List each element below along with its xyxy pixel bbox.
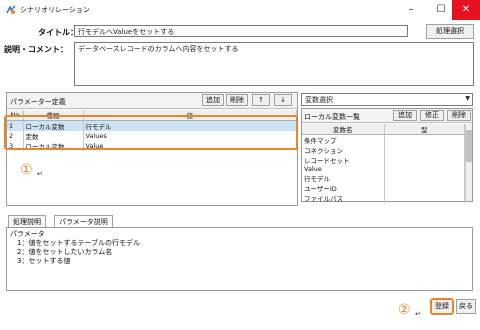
window-title: シナリオリレーション: [20, 6, 90, 14]
param-down-button[interactable]: ↓: [274, 94, 292, 106]
callout-2-suffix: ↵: [415, 310, 421, 318]
close-button[interactable]: ✕: [452, 0, 480, 20]
help-line: 3：セットする値: [10, 257, 71, 265]
local-variable-panel: ローカル変数一覧 追加 修正 削除 変数名 型 条件マップ コネクション レコー…: [301, 108, 473, 203]
variable-edit-button[interactable]: 修正: [420, 110, 444, 121]
cell: [384, 183, 465, 193]
callout-1-suffix: ↵: [37, 170, 43, 178]
help-line: パラメータ: [10, 230, 45, 238]
cell: ファイルパス: [302, 193, 385, 203]
parameter-rows-highlight: [4, 115, 298, 150]
list-item[interactable]: 行モデル: [302, 173, 465, 183]
minimize-button[interactable]: –: [396, 0, 426, 20]
param-up-button[interactable]: ↑: [252, 94, 270, 106]
window-titlebar: シナリオリレーション – ☐ ✕: [0, 0, 480, 20]
local-variable-heading: ローカル変数一覧: [304, 113, 360, 121]
help-line: 1：値をセットするテーブルの行モデル: [10, 239, 141, 247]
description-text: データベースレコードのカラムへ内容をセットする: [78, 45, 239, 53]
list-item[interactable]: レコードセット: [302, 155, 465, 165]
help-text-area: パラメータ 1：値をセットするテーブルの行モデル 2：値をセットしたいカラム名 …: [6, 227, 473, 291]
title-label: タイトル：: [38, 28, 78, 37]
param-delete-button[interactable]: 削除: [226, 94, 248, 106]
scrollbar-thumb[interactable]: [466, 130, 472, 162]
cell: Value: [302, 165, 385, 173]
chevron-down-icon: ▼: [465, 95, 470, 102]
cell: [384, 173, 465, 183]
cell: 行モデル: [302, 173, 385, 183]
description-textarea[interactable]: データベースレコードのカラムへ内容をセットする: [74, 42, 474, 86]
cell: 条件マップ: [302, 134, 385, 145]
local-variable-toolbar: ローカル変数一覧 追加 修正 削除: [302, 109, 472, 123]
title-input[interactable]: 行モデルへValueをセットする: [74, 25, 408, 37]
cell: [384, 145, 465, 155]
variable-delete-button[interactable]: 削除: [447, 110, 471, 121]
cell: [384, 165, 465, 173]
cell: [384, 134, 465, 145]
list-item[interactable]: Value: [302, 165, 465, 173]
col-var-type: 型: [384, 124, 465, 135]
local-variable-table: 変数名 型 条件マップ コネクション レコードセット Value 行モデル ユー…: [302, 124, 465, 203]
help-line: 2：値をセットしたいカラム名: [10, 248, 113, 256]
cell: コネクション: [302, 145, 385, 155]
cell: [384, 193, 465, 203]
list-item[interactable]: ファイルパス: [302, 193, 465, 203]
variable-select-label: 変数選択: [305, 96, 333, 104]
cell: レコードセット: [302, 155, 385, 165]
parameter-heading: パラメーター定義: [10, 98, 66, 106]
vertical-scrollbar[interactable]: [465, 124, 472, 201]
list-item[interactable]: コネクション: [302, 145, 465, 155]
callout-1: ①: [20, 162, 33, 178]
description-label: 説明・コメント：: [4, 45, 68, 54]
select-process-button[interactable]: 処理選択: [426, 24, 474, 39]
cell: [384, 155, 465, 165]
col-var-name: 変数名: [302, 124, 385, 135]
parameter-toolbar: パラメーター定義 追加 削除 ↑ ↓: [7, 93, 297, 109]
callout-2: ②: [398, 302, 411, 318]
cell: ユーザーID: [302, 183, 385, 193]
back-button[interactable]: 戻る: [456, 299, 476, 314]
app-icon: [6, 5, 16, 14]
variable-add-button[interactable]: 追加: [393, 110, 417, 121]
param-add-button[interactable]: 追加: [202, 94, 224, 106]
variable-select[interactable]: 変数選択 ▼: [301, 93, 473, 106]
register-button[interactable]: 登録: [430, 298, 454, 315]
list-item[interactable]: ユーザーID: [302, 183, 465, 193]
list-item[interactable]: 条件マップ: [302, 134, 465, 145]
